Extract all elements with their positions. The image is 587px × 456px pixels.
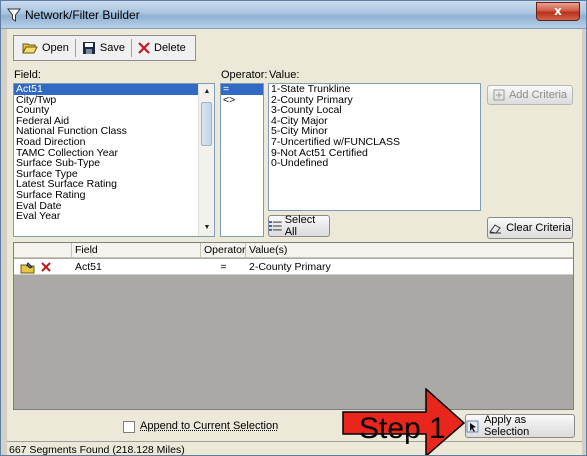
title-bar[interactable]: Network/Filter Builder x: [1, 1, 586, 29]
criteria-grid: Field Operator Value(s) Act51 = 2-County…: [13, 242, 574, 410]
row-field: Act51: [75, 261, 102, 273]
add-criteria-icon: [493, 89, 505, 101]
field-label: Field:: [14, 69, 41, 81]
field-list: Act51 City/Twp County Federal Aid National F…: [14, 84, 214, 222]
value-list-item[interactable]: 0-Undefined: [269, 158, 480, 169]
column-operator[interactable]: Operator: [201, 243, 246, 258]
value-list-item[interactable]: 7-Uncertified w/FUNCLASS: [269, 137, 480, 148]
clear-criteria-label: Clear Criteria: [506, 222, 571, 234]
clear-criteria-button[interactable]: Clear Criteria: [487, 217, 573, 239]
operator-list-item[interactable]: <>: [221, 94, 263, 106]
toolbar-separator: [74, 39, 76, 57]
field-list-item[interactable]: Road Direction: [14, 137, 214, 148]
append-checkbox[interactable]: [123, 421, 135, 433]
open-button[interactable]: Open: [18, 38, 73, 58]
operator-listbox[interactable]: = <>: [220, 83, 264, 237]
field-list-item[interactable]: Surface Rating: [14, 190, 214, 201]
operator-list: = <>: [221, 84, 263, 105]
field-list-item[interactable]: Eval Year: [14, 211, 214, 222]
status-bar: 667 Segments Found (218.128 Miles): [7, 441, 582, 455]
toolbar-separator: [131, 39, 132, 57]
select-all-button[interactable]: Select All: [268, 214, 330, 238]
list-icon: [269, 221, 282, 231]
save-disk-icon: [82, 42, 95, 54]
append-label[interactable]: Append to Current Selection: [140, 420, 278, 432]
open-label: Open: [42, 42, 69, 54]
filter-builder-window: Network/Filter Builder x Open Save Delet…: [0, 0, 587, 456]
add-criteria-button[interactable]: Add Criteria: [487, 85, 573, 105]
operator-list-item[interactable]: =: [221, 84, 263, 95]
delete-button[interactable]: Delete: [134, 38, 190, 58]
table-row[interactable]: Act51 = 2-County Primary: [14, 259, 573, 275]
value-list: 1-State Trunkline 2-County Primary 3-Count…: [269, 84, 480, 169]
eraser-icon: [489, 224, 502, 234]
edit-criteria-icon[interactable]: [20, 261, 36, 274]
grid-header: Field Operator Value(s): [14, 243, 573, 258]
delete-x-icon: [138, 42, 150, 54]
remove-criteria-icon[interactable]: [41, 262, 51, 272]
save-label: Save: [99, 42, 125, 54]
delete-label: Delete: [154, 42, 186, 54]
field-scrollbar[interactable]: ▲ ▼: [198, 84, 214, 236]
close-icon: x: [554, 4, 562, 18]
pointer-cursor-icon: [466, 420, 479, 432]
column-values[interactable]: Value(s): [246, 243, 573, 258]
open-folder-icon: [22, 43, 38, 54]
select-all-label: Select All: [284, 214, 316, 238]
operator-label: Operator:: [221, 69, 268, 81]
field-list-item[interactable]: Act51: [14, 84, 214, 95]
value-listbox[interactable]: 1-State Trunkline 2-County Primary 3-Count…: [268, 83, 481, 211]
toolbar: Open Save Delete: [13, 35, 196, 61]
apply-selection-button[interactable]: Apply as Selection: [465, 414, 575, 438]
scroll-down-arrow-icon[interactable]: ▼: [199, 220, 214, 236]
value-label: Value:: [269, 69, 300, 81]
row-operator: =: [220, 261, 227, 273]
grid-corner: [14, 243, 72, 258]
scroll-up-arrow-icon[interactable]: ▲: [199, 84, 214, 100]
scroll-thumb[interactable]: [201, 102, 212, 146]
window-title: Network/Filter Builder: [25, 8, 140, 22]
value-list-item[interactable]: 1-State Trunkline: [269, 84, 480, 95]
add-criteria-label: Add Criteria: [508, 89, 568, 101]
step-label: Step 1: [359, 412, 446, 445]
row-values: 2-County Primary: [249, 261, 331, 273]
apply-selection-label: Apply as Selection: [483, 414, 530, 438]
close-button[interactable]: x: [536, 2, 580, 21]
filter-funnel-icon: [7, 8, 21, 22]
save-button[interactable]: Save: [78, 38, 129, 58]
field-listbox[interactable]: Act51 City/Twp County Federal Aid National F…: [13, 83, 215, 237]
column-field[interactable]: Field: [72, 243, 201, 258]
